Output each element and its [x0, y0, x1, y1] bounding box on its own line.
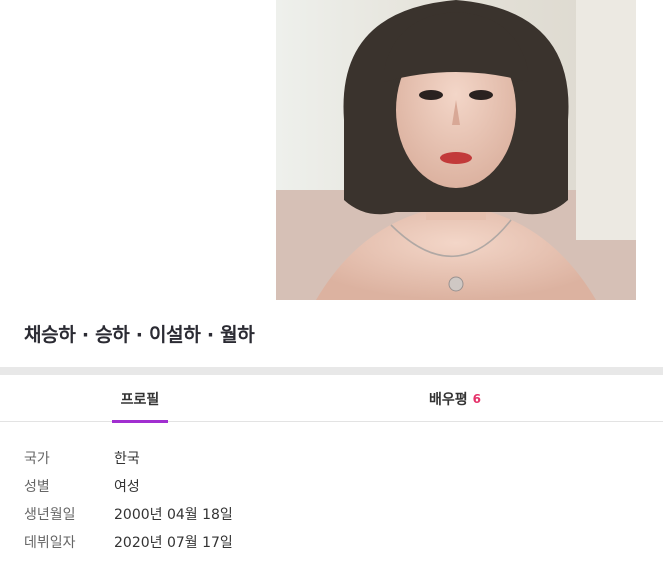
info-label: 국가 [24, 451, 50, 467]
tab-reviews-label: 배우평 [429, 391, 468, 408]
info-label: 생년월일 [24, 507, 76, 523]
info-value: 2020년 07월 17일 [114, 535, 233, 551]
section-divider [0, 367, 663, 375]
tab-reviews[interactable]: 배우평 6 [410, 375, 500, 422]
profile-info-list: 국가 한국 성별 여성 생년월일 2000년 04월 18일 데뷔일자 2020… [24, 444, 233, 556]
tab-profile-label: 프로필 [120, 391, 160, 408]
tab-active-indicator [112, 420, 168, 423]
info-row-gender: 성별 여성 [24, 472, 233, 500]
tab-bar: 프로필 배우평 6 [0, 375, 663, 423]
actor-profile-page: 채승하 · 승하 · 이설하 · 월하 프로필 배우평 6 국가 한국 성별 여… [0, 0, 663, 571]
actor-names: 채승하 · 승하 · 이설하 · 월하 [24, 324, 255, 346]
info-row-country: 국가 한국 [24, 444, 233, 472]
actor-photo [276, 0, 636, 300]
review-count-badge: 6 [472, 391, 481, 406]
info-label: 데뷔일자 [24, 535, 76, 551]
info-value: 여성 [114, 479, 140, 495]
tab-profile[interactable]: 프로필 [112, 375, 168, 423]
info-value: 한국 [114, 451, 140, 467]
info-row-debut: 데뷔일자 2020년 07월 17일 [24, 528, 233, 556]
info-row-birthdate: 생년월일 2000년 04월 18일 [24, 500, 233, 528]
info-value: 2000년 04월 18일 [114, 507, 233, 523]
info-label: 성별 [24, 479, 50, 495]
